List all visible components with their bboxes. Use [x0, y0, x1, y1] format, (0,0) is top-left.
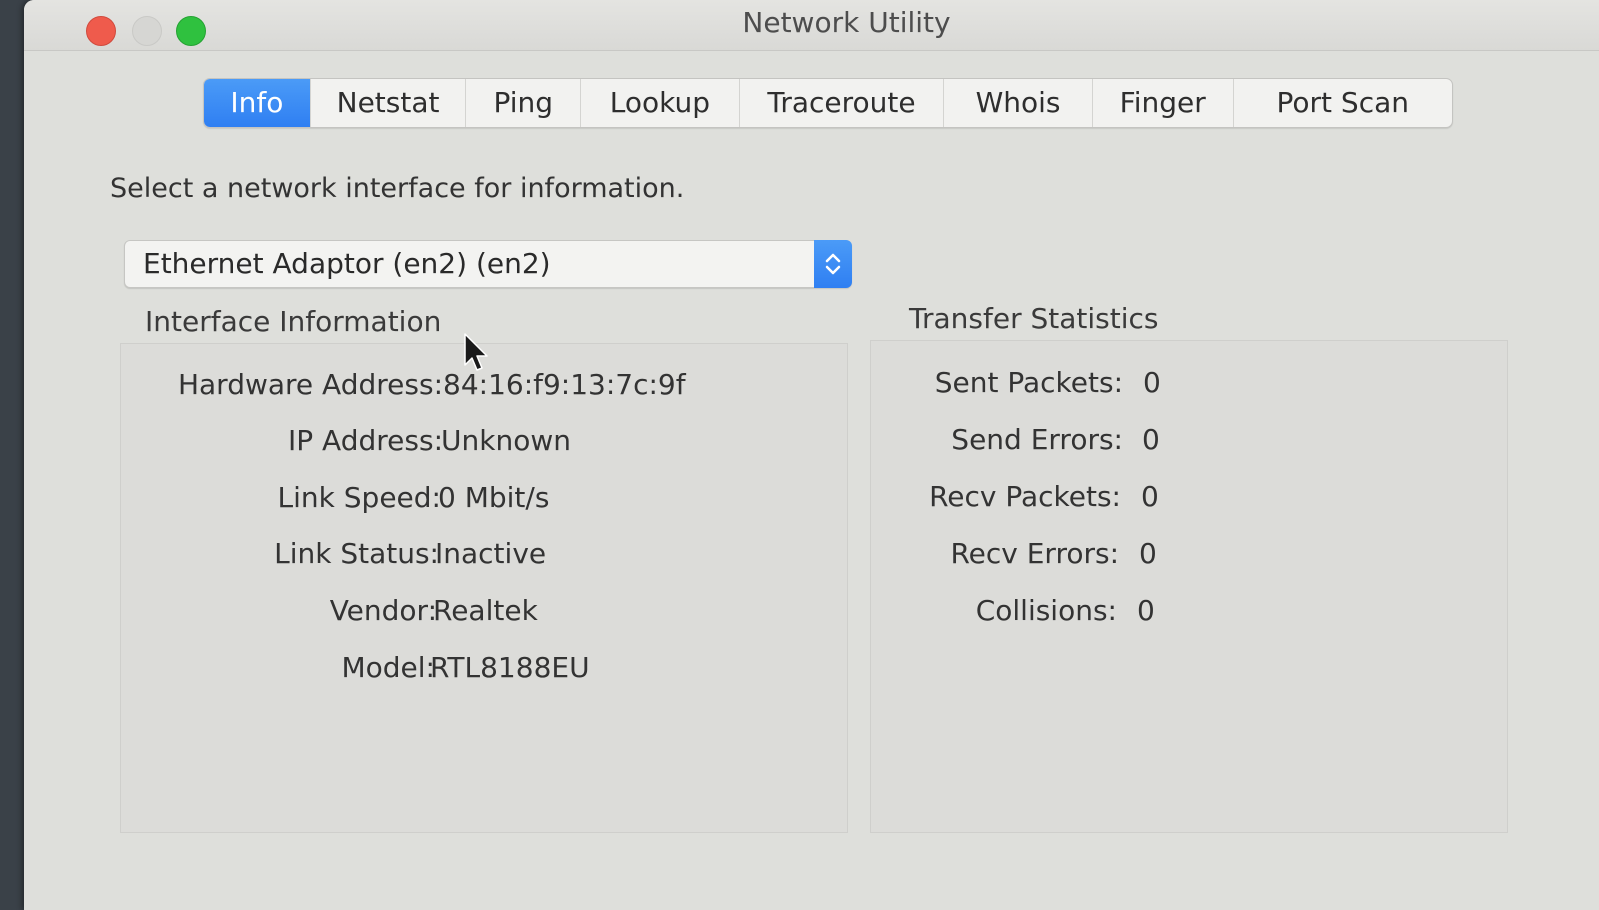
transfer-stats-panel: Sent Packets: 0 Send Errors: 0 Recv Pack… [870, 340, 1508, 833]
tab-traceroute[interactable]: Traceroute [740, 79, 945, 127]
network-utility-window: Network Utility Info Netstat Ping Lookup… [24, 0, 1599, 910]
tab-port-scan[interactable]: Port Scan [1234, 79, 1452, 127]
vendor-value: Realtek [433, 594, 538, 627]
tab-netstat[interactable]: Netstat [311, 79, 467, 127]
recv-packets-value: 0 [1141, 480, 1159, 513]
tab-whois[interactable]: Whois [944, 79, 1093, 127]
link-status-value: Inactive [435, 537, 547, 570]
ip-address-value: Unknown [441, 424, 571, 457]
tab-ping[interactable]: Ping [466, 79, 582, 127]
tab-info[interactable]: Info [204, 79, 311, 127]
link-speed-label: Link Speed: [277, 481, 441, 514]
vendor-label: Vendor: [329, 594, 437, 627]
link-speed-value: 0 Mbit/s [438, 481, 550, 514]
interface-info-title: Interface Information [145, 305, 442, 338]
ip-address-label: IP Address: [288, 424, 443, 457]
hardware-address-label: Hardware Address: [177, 368, 443, 401]
tab-lookup[interactable]: Lookup [581, 79, 740, 127]
collisions-label: Collisions: [975, 594, 1117, 627]
send-errors-label: Send Errors: [951, 423, 1123, 456]
interface-prompt: Select a network interface for informati… [110, 173, 685, 204]
interface-info-panel: Hardware Address: 84:16:f9:13:7c:9f IP A… [120, 343, 848, 833]
interface-select[interactable]: Ethernet Adaptor (en2) (en2) [124, 240, 852, 288]
updown-chevron-icon[interactable] [814, 240, 852, 288]
sent-packets-value: 0 [1143, 366, 1161, 399]
collisions-value: 0 [1137, 594, 1155, 627]
link-status-label: Link Status: [274, 537, 439, 570]
tab-bar: Info Netstat Ping Lookup Traceroute Whoi… [203, 78, 1453, 128]
tab-finger[interactable]: Finger [1093, 79, 1234, 127]
sent-packets-label: Sent Packets: [934, 366, 1123, 399]
title-bar[interactable]: Network Utility [24, 0, 1599, 51]
recv-errors-value: 0 [1139, 537, 1157, 570]
recv-packets-label: Recv Packets: [929, 480, 1121, 513]
mouse-pointer-icon [464, 333, 490, 377]
send-errors-value: 0 [1142, 423, 1160, 456]
transfer-stats-title: Transfer Statistics [909, 302, 1159, 335]
window-title: Network Utility [742, 6, 951, 39]
recv-errors-label: Recv Errors: [950, 537, 1119, 570]
model-label: Model: [341, 651, 435, 684]
interface-select-value: Ethernet Adaptor (en2) (en2) [143, 247, 551, 280]
model-value: RTL8188EU [430, 651, 590, 684]
